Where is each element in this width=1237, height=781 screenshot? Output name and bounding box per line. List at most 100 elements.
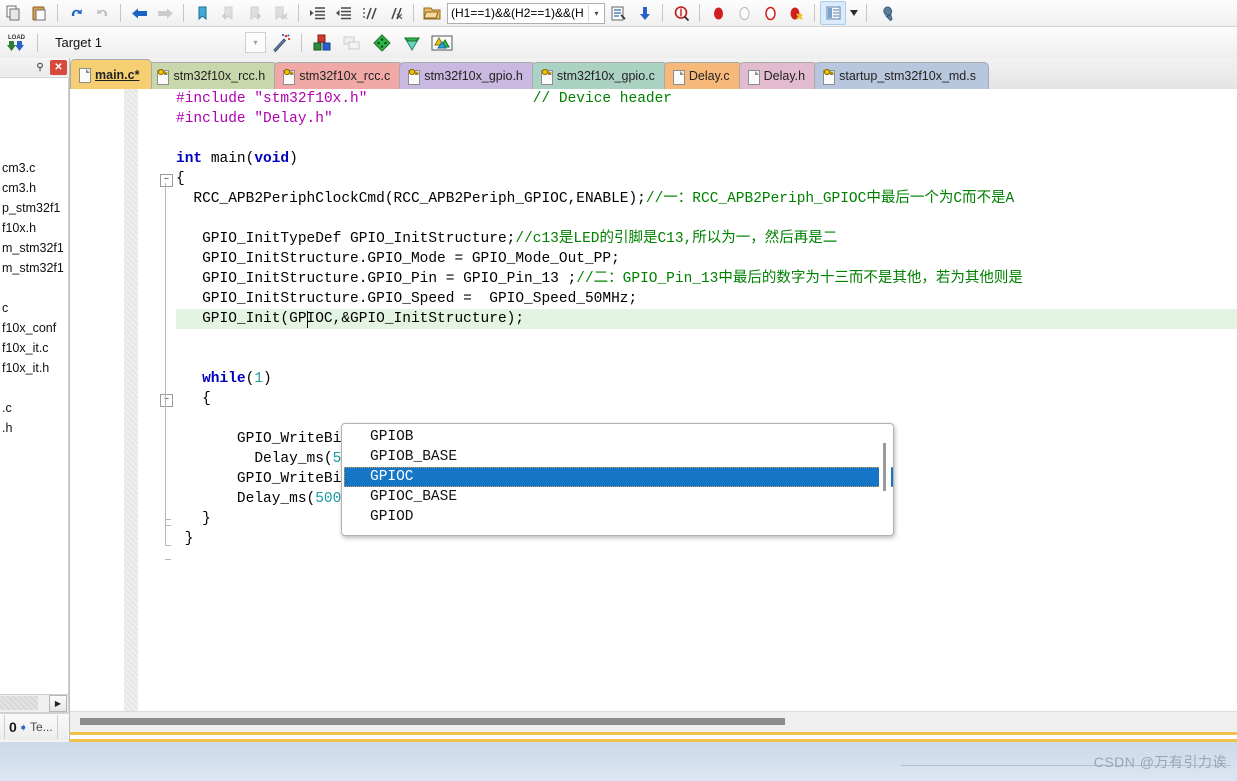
breakpoint-kill-button[interactable] [783, 1, 809, 25]
triangle-right-icon[interactable]: ▶ [49, 695, 67, 712]
key-doc-icon [540, 68, 553, 85]
tree-item[interactable]: cm3.c [0, 158, 68, 178]
code-line: GPIO_InitStructure.GPIO_Speed = GPIO_Spe… [176, 291, 638, 307]
window-layout-button[interactable] [820, 1, 846, 25]
magnifier-button[interactable] [668, 1, 694, 25]
indent-button[interactable] [304, 1, 330, 25]
autocomplete-item[interactable]: GPIOC [344, 467, 893, 487]
editor-tab[interactable]: main.c* [70, 59, 153, 89]
autocomplete-item[interactable]: GPIOD [343, 507, 874, 527]
redo-button[interactable] [89, 1, 115, 25]
editor-hscroll-thumb[interactable] [80, 718, 785, 725]
load-icon[interactable]: LOAD [0, 31, 32, 55]
editor-tab-label: Delay.c [688, 69, 730, 83]
toolbar-separator [298, 4, 299, 22]
tree-item[interactable]: .c [0, 398, 68, 418]
autocomplete-list[interactable]: GPIOB GPIOB_BASE GPIOC GPIOC_BASE GPIOD [343, 427, 893, 527]
arrow-right-icon: ➧ [18, 721, 29, 734]
project-window-button[interactable] [307, 31, 337, 55]
chevron-down-icon[interactable]: ▾ [588, 4, 604, 22]
fold-guide-end [165, 545, 171, 546]
fold-guide-end [165, 525, 171, 526]
pin-icon[interactable]: ⚲ [32, 60, 48, 75]
toolbar-separator [413, 4, 414, 22]
editor-hscrollbar[interactable] [70, 711, 1237, 733]
comment-button[interactable] [356, 1, 382, 25]
tree-item[interactable]: m_stm32f1 [0, 238, 68, 258]
autocomplete-scrollbar[interactable] [879, 427, 891, 532]
autocomplete-item[interactable]: GPIOC_BASE [343, 487, 874, 507]
wrench-button[interactable] [872, 1, 898, 25]
chevron-down-icon[interactable] [846, 1, 861, 25]
chevron-down-icon[interactable]: ▾ [245, 32, 266, 53]
project-tree[interactable]: cm3.c cm3.h p_stm32f1 f10x.h m_stm32f1 m_stm3… [0, 77, 69, 696]
code-editor[interactable]: 123456789101112131415161718192021222324 … [70, 89, 1237, 711]
tree-item[interactable]: f10x_conf [0, 318, 68, 338]
forward-button[interactable] [152, 1, 178, 25]
editor-tab[interactable]: stm32f10x_rcc.c [274, 62, 404, 89]
editor-tab-label: Delay.h [763, 69, 806, 83]
insert-watchpoint-button[interactable] [605, 1, 631, 25]
project-tree-hscrollbar[interactable]: ▶ [0, 694, 69, 713]
paste-button[interactable] [26, 1, 52, 25]
gutter-stripe [124, 89, 138, 711]
magic-wand-button[interactable] [266, 31, 296, 55]
undo-button[interactable] [63, 1, 89, 25]
target-selector-value[interactable]: Target 1 [55, 35, 245, 50]
outdent-button[interactable] [330, 1, 356, 25]
functions-window-button[interactable] [367, 31, 397, 55]
copy-button[interactable] [0, 1, 26, 25]
tree-item[interactable]: f10x_it.c [0, 338, 68, 358]
open-file-button[interactable] [419, 1, 445, 25]
editor-tabbar[interactable]: main.c* stm32f10x_rcc.h stm32f10x_rcc.c stm… [70, 58, 1237, 90]
templates-window-button[interactable] [397, 31, 427, 55]
uncomment-button[interactable] [382, 1, 408, 25]
autocomplete-item[interactable]: GPIOB [343, 427, 874, 447]
tree-item[interactable]: f10x_it.h [0, 358, 68, 378]
editor-tab[interactable]: stm32f10x_gpio.c [531, 62, 668, 89]
toolbar-separator [37, 33, 38, 52]
tree-item[interactable]: f10x.h [0, 218, 68, 238]
next-bookmark-button[interactable] [241, 1, 267, 25]
expression-combo[interactable]: (H1==1)&&(H2==1)&&(H ▾ [447, 2, 605, 24]
download-arrow-button[interactable] [631, 1, 657, 25]
editor-bottom-border [70, 732, 1237, 735]
tab-templates[interactable]: 0 ➧ Te... [4, 715, 58, 739]
autocomplete-item[interactable]: GPIOB_BASE [343, 447, 874, 467]
editor-tab[interactable]: Delay.c [663, 62, 743, 89]
editor-tab[interactable]: Delay.h [738, 62, 819, 89]
tree-item[interactable]: .h [0, 418, 68, 438]
clear-bookmarks-button[interactable] [267, 1, 293, 25]
editor-tab[interactable]: startup_stm32f10x_md.s [814, 62, 989, 89]
tree-item[interactable]: c [0, 298, 68, 318]
breakpoint-insert-button[interactable] [705, 1, 731, 25]
code-line: Delay_ms(500); [176, 491, 359, 507]
build-toolbar: LOAD Target 1 ▾ [0, 27, 1237, 59]
expression-input[interactable]: (H1==1)&&(H2==1)&&(H [448, 6, 588, 20]
fold-guide-end [165, 559, 171, 560]
fold-toggle-icon[interactable]: – [160, 394, 173, 407]
insert-bookmark-button[interactable] [189, 1, 215, 25]
key-doc-icon [157, 68, 170, 85]
editor-tab[interactable]: stm32f10x_rcc.h [148, 62, 279, 89]
editor-tab[interactable]: stm32f10x_gpio.h [399, 62, 536, 89]
toolbar-separator [57, 4, 58, 22]
prev-bookmark-button[interactable] [215, 1, 241, 25]
autocomplete-scroll-thumb[interactable] [883, 443, 886, 491]
close-icon[interactable]: ✕ [50, 59, 67, 75]
build-output-button[interactable] [427, 31, 457, 55]
tree-item[interactable]: p_stm32f1 [0, 198, 68, 218]
document-icon [747, 69, 760, 85]
fold-toggle-icon[interactable]: – [160, 174, 173, 187]
tree-item[interactable]: m_stm32f1 [0, 258, 68, 278]
breakpoint-hollow-button[interactable] [731, 1, 757, 25]
back-button[interactable] [126, 1, 152, 25]
autocomplete-popup[interactable]: GPIOB GPIOB_BASE GPIOC GPIOC_BASE GPIOD [341, 423, 894, 536]
fold-column[interactable]: – – [160, 89, 176, 711]
breakpoint-outline-button[interactable] [757, 1, 783, 25]
code-line: while(1) [202, 371, 272, 387]
books-window-button[interactable] [337, 31, 367, 55]
project-tree-hscroll-thumb[interactable] [0, 696, 38, 710]
tree-item[interactable]: cm3.h [0, 178, 68, 198]
